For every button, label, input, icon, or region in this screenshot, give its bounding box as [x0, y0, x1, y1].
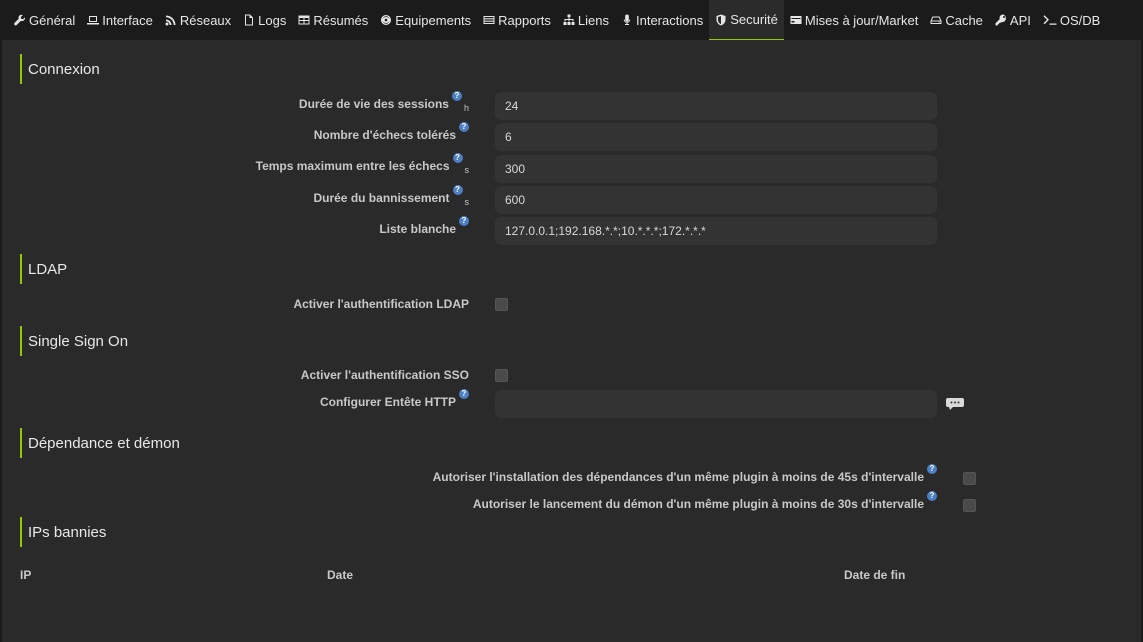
- tab-label: Mises à jour/Market: [804, 12, 919, 28]
- label-text: Configurer Entête HTTP: [319, 395, 456, 409]
- tab-securite[interactable]: Securité: [709, 0, 784, 40]
- deps-install-label: Autoriser l'installation des dépendances…: [432, 464, 937, 484]
- column-header-end-date[interactable]: Date de fin: [844, 568, 905, 582]
- shield-icon: [716, 14, 726, 25]
- help-icon[interactable]: ?: [452, 185, 463, 195]
- unit-label: s: [464, 197, 470, 207]
- tab-label: Général: [29, 12, 76, 28]
- tab-label: Interactions: [636, 12, 704, 28]
- table-icon: [298, 15, 310, 25]
- tab-label: Résumés: [313, 12, 369, 28]
- microphone-icon: [623, 14, 631, 25]
- failed-attempts-input[interactable]: [495, 123, 937, 151]
- session-duration-input[interactable]: [495, 92, 937, 120]
- ldap-enable-checkbox[interactable]: [495, 298, 508, 311]
- max-time-between-failures-label: Temps maximum entre les échecs ? s: [255, 153, 470, 175]
- tab-os-db[interactable]: OS/DB: [1037, 0, 1106, 40]
- tab-general[interactable]: Général: [8, 0, 81, 40]
- tab-logs[interactable]: Logs: [237, 0, 292, 40]
- label-text: Durée de vie des sessions: [298, 97, 449, 111]
- tab-interface[interactable]: Interface: [81, 0, 159, 40]
- daemon-launch-label: Autoriser le lancement du démon d'un mêm…: [472, 491, 937, 511]
- tab-label: Logs: [258, 12, 287, 28]
- tab-label: Securité: [730, 12, 778, 27]
- list-icon: [483, 16, 495, 24]
- tab-liens[interactable]: Liens: [557, 0, 615, 40]
- ldap-enable-label: Activer l'authentification LDAP: [293, 297, 469, 311]
- laptop-icon: [87, 16, 100, 25]
- unit-label: s: [464, 165, 470, 175]
- deps-install-checkbox[interactable]: [963, 472, 976, 485]
- section-title-deps: Dépendance et démon: [20, 428, 180, 458]
- whitelist-input[interactable]: [495, 217, 937, 245]
- comment-dots-icon[interactable]: [946, 398, 964, 410]
- section-title-ldap: LDAP: [20, 254, 67, 284]
- max-time-between-failures-input[interactable]: [495, 155, 937, 183]
- settings-tab-bar: Général Interface Réseaux Logs Résumés E…: [0, 0, 1143, 40]
- label-text: Autoriser le lancement du démon d'un mêm…: [472, 497, 924, 511]
- tab-mises-a-jour[interactable]: Mises à jour/Market: [784, 0, 924, 40]
- help-icon[interactable]: ?: [927, 491, 937, 501]
- section-title-sso: Single Sign On: [20, 326, 128, 356]
- label-text: Autoriser l'installation des dépendances…: [432, 470, 924, 484]
- wrench-icon: [14, 14, 26, 26]
- help-icon[interactable]: ?: [451, 91, 462, 101]
- tab-label: Liens: [577, 12, 609, 28]
- help-icon[interactable]: ?: [459, 389, 469, 399]
- daemon-launch-checkbox[interactable]: [963, 499, 976, 512]
- ban-duration-input[interactable]: [495, 186, 937, 214]
- tab-label: OS/DB: [1059, 12, 1101, 28]
- tab-reseaux[interactable]: Réseaux: [159, 0, 237, 40]
- sso-enable-checkbox[interactable]: [495, 369, 508, 382]
- key-icon: [995, 14, 1006, 26]
- tab-cache[interactable]: Cache: [924, 0, 989, 40]
- tab-label: Equipements: [395, 12, 472, 28]
- section-title-banned-ips: IPs bannies: [20, 517, 106, 547]
- whitelist-label: Liste blanche ?: [379, 216, 469, 236]
- label-text: Durée du bannissement: [313, 191, 450, 205]
- label-text: Temps maximum entre les échecs: [255, 159, 450, 173]
- tab-rapports[interactable]: Rapports: [477, 0, 557, 40]
- section-title-connexion: Connexion: [20, 54, 100, 84]
- eye-icon: [381, 15, 392, 25]
- tab-interactions[interactable]: Interactions: [615, 0, 709, 40]
- file-icon: [245, 14, 254, 26]
- http-header-input[interactable]: [495, 390, 937, 418]
- ban-duration-label: Durée du bannissement ? s: [313, 185, 470, 207]
- tab-label: Cache: [945, 12, 983, 28]
- failed-attempts-label: Nombre d'échecs tolérés ?: [313, 122, 469, 142]
- credit-card-icon: [790, 16, 802, 24]
- column-header-ip[interactable]: IP: [20, 568, 31, 582]
- tab-label: API: [1009, 12, 1031, 28]
- hdd-icon: [930, 16, 942, 24]
- tab-resumes[interactable]: Résumés: [292, 0, 374, 40]
- help-icon[interactable]: ?: [452, 153, 463, 163]
- tab-equipements[interactable]: Equipements: [374, 0, 477, 40]
- unit-label: h: [463, 103, 469, 113]
- sso-enable-label: Activer l'authentification SSO: [300, 368, 469, 382]
- session-duration-label: Durée de vie des sessions ? h: [298, 91, 469, 113]
- http-header-label: Configurer Entête HTTP ?: [319, 389, 469, 409]
- help-icon[interactable]: ?: [459, 216, 469, 226]
- tab-api[interactable]: API: [989, 0, 1037, 40]
- rss-icon: [165, 15, 176, 26]
- label-text: Nombre d'échecs tolérés: [313, 128, 456, 142]
- terminal-icon: [1043, 15, 1057, 25]
- tab-label: Interface: [102, 12, 153, 28]
- tab-label: Rapports: [498, 12, 551, 28]
- label-text: Liste blanche: [379, 222, 456, 236]
- tab-label: Réseaux: [179, 12, 232, 28]
- column-header-date[interactable]: Date: [327, 568, 353, 582]
- sitemap-icon: [563, 14, 575, 25]
- help-icon[interactable]: ?: [459, 122, 469, 132]
- help-icon[interactable]: ?: [927, 464, 937, 474]
